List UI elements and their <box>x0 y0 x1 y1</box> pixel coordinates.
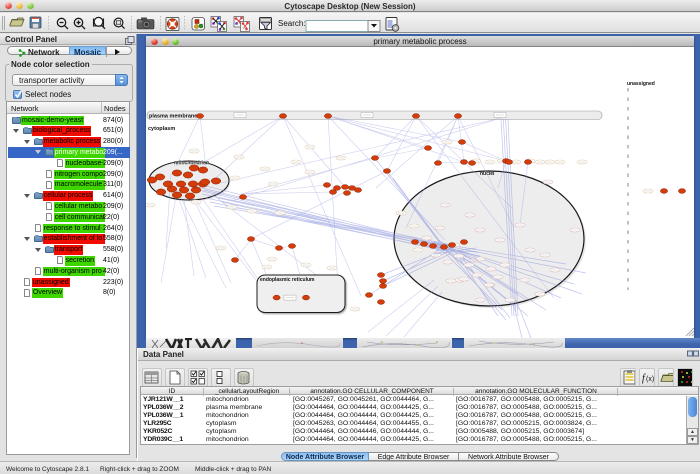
svg-text:Search:: Search: <box>278 19 306 28</box>
svg-text:nuclei: nuclei <box>480 171 495 177</box>
svg-text:unassigned: unassigned <box>627 81 655 87</box>
svg-text:endoplasmic reticulum: endoplasmic reticulum <box>260 277 315 283</box>
svg-text:(x): (x) <box>646 376 654 383</box>
svg-text:mitochondrion: mitochondrion <box>174 161 209 167</box>
svg-text:cytoplasm: cytoplasm <box>148 126 175 132</box>
svg-text:plasma membrane: plasma membrane <box>149 114 197 120</box>
